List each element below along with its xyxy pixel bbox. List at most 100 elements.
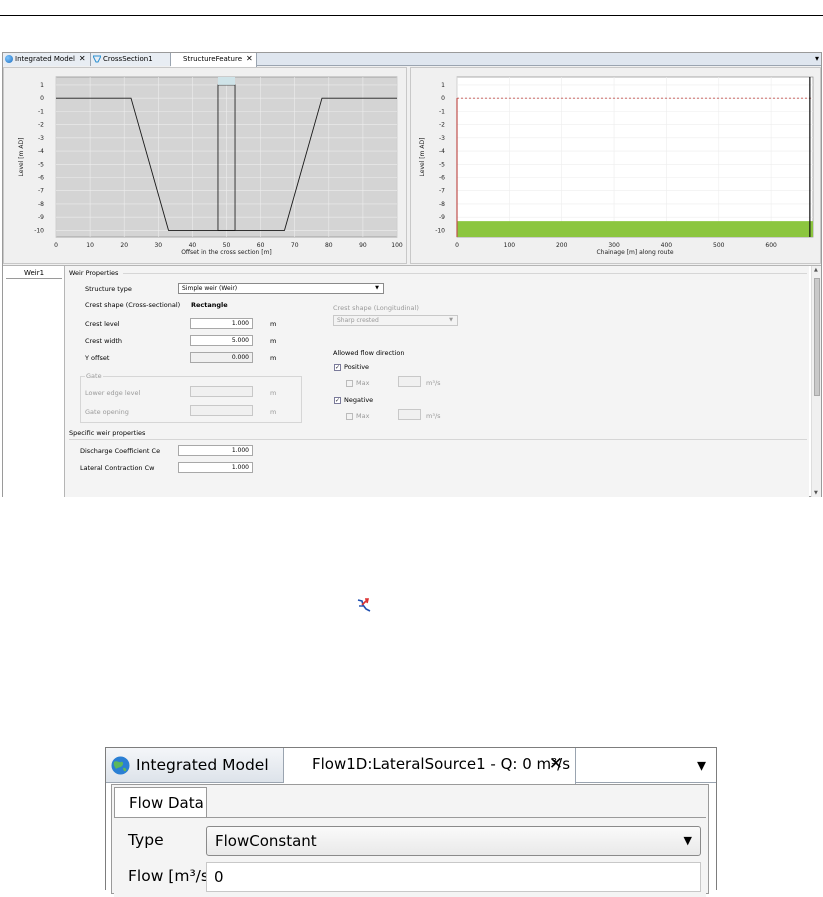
- gate-opening-label: Gate opening: [85, 408, 129, 416]
- lateral-contraction-label: Lateral Contraction Cw: [80, 464, 155, 472]
- crest-width-field[interactable]: 5.000: [190, 335, 253, 346]
- x-tick-label: 400: [661, 242, 673, 249]
- y-tick-label: -7: [439, 188, 445, 195]
- weir-properties-panel: Weir Properties Structure type Simple we…: [65, 266, 809, 497]
- page-top-rule: [0, 15, 823, 16]
- crest-shape-long-select[interactable]: Sharp crested ▼: [333, 315, 458, 326]
- lateral-contraction-field[interactable]: 1.000: [178, 462, 253, 473]
- positive-checkbox[interactable]: ✓: [334, 364, 341, 371]
- type-label: Type: [128, 831, 164, 849]
- specific-weir-title: Specific weir properties: [69, 429, 146, 437]
- lateral-source-icon: [357, 598, 371, 612]
- x-tick-label: 80: [325, 242, 333, 249]
- x-tick-label: 90: [359, 242, 367, 249]
- discharge-coefficient-label: Discharge Coefficient Ce: [80, 447, 161, 455]
- tab-cross-section[interactable]: CrossSection1: [91, 53, 171, 66]
- max-label: Max: [356, 379, 370, 387]
- y-tick-label: -3: [38, 135, 44, 142]
- x-tick-label: 0: [54, 242, 58, 249]
- chevron-down-icon: ▼: [449, 317, 453, 323]
- x-axis-label: Offset in the cross section [m]: [181, 249, 272, 256]
- y-tick-label: 0: [441, 95, 445, 102]
- negative-max-checkbox[interactable]: [346, 413, 353, 420]
- unit-label: m: [270, 354, 277, 362]
- structure-type-select[interactable]: Simple weir (Weir) ▼: [178, 283, 384, 294]
- y-tick-label: -4: [38, 148, 44, 155]
- max-label: Max: [356, 412, 370, 420]
- close-icon[interactable]: ✕: [79, 54, 86, 63]
- negative-checkbox[interactable]: ✓: [334, 397, 341, 404]
- vertical-scrollbar[interactable]: ▲ ▼: [811, 266, 821, 497]
- x-tick-label: 50: [223, 242, 231, 249]
- close-icon[interactable]: ✕: [246, 54, 253, 63]
- positive-max-checkbox[interactable]: [346, 380, 353, 387]
- tab-bar-filler: ▾: [576, 748, 716, 783]
- x-tick-label: 500: [713, 242, 725, 249]
- tab-structure-feature[interactable]: StructureFeature ✕: [171, 53, 257, 67]
- tab-integrated-model[interactable]: Integrated Model: [106, 748, 284, 783]
- type-select[interactable]: FlowConstant ▼: [206, 826, 701, 856]
- y-tick-label: 1: [441, 82, 445, 89]
- flow-input[interactable]: 0: [206, 862, 701, 892]
- structure-type-label: Structure type: [85, 285, 132, 293]
- tab-lateral-source[interactable]: Flow1D:LateralSource1 - Q: 0 m³/s ✕: [284, 748, 576, 784]
- flow-label: Flow [m³/s]: [128, 867, 216, 885]
- globe-icon: [5, 55, 13, 63]
- unit-label: m: [270, 337, 277, 345]
- lower-edge-field[interactable]: [190, 386, 253, 397]
- x-axis-label: Chainage [m] along route: [596, 249, 673, 256]
- discharge-coefficient-field[interactable]: 1.000: [178, 445, 253, 456]
- y-tick-label: -4: [439, 148, 445, 155]
- crest-shape-cross-value: Rectangle: [191, 301, 228, 309]
- y-tick-label: -6: [38, 174, 44, 181]
- weir-selection-highlight: [217, 77, 236, 85]
- flow-data-panel: Type FlowConstant ▼ Flow [m³/s] 0: [114, 817, 706, 897]
- unit-label: m: [270, 408, 277, 416]
- tab-menu-icon[interactable]: ▾: [697, 755, 706, 776]
- unit-label: m: [270, 320, 277, 328]
- channel-bed-fill: [457, 221, 813, 237]
- x-tick-label: 100: [391, 242, 403, 249]
- structure-feature-window: Integrated Model ✕ CrossSection1 Structur…: [2, 52, 822, 497]
- longitudinal-chart: 1 0 -1 -2 -3 -4 -5 -6 -7 -8 -9 -10 0 100 200 300 400 500 6…: [410, 67, 821, 264]
- tab-label: Integrated Model: [136, 756, 269, 774]
- y-axis-label: Level [m AD]: [18, 138, 25, 177]
- close-icon[interactable]: ✕: [549, 748, 563, 781]
- flow-unit-label: m³/s: [426, 379, 441, 387]
- tab-label: Flow1D:LateralSource1 - Q: 0 m³/s: [312, 755, 571, 773]
- y-offset-label: Y offset: [85, 354, 110, 362]
- x-tick-label: 60: [257, 242, 265, 249]
- y-offset-field[interactable]: 0.000: [190, 352, 253, 363]
- gate-opening-field[interactable]: [190, 405, 253, 416]
- negative-max-field[interactable]: [398, 409, 421, 420]
- globe-icon: [111, 756, 130, 775]
- tab-bar: Integrated Model ✕ CrossSection1 Structur…: [3, 53, 821, 67]
- y-tick-label: -10: [435, 227, 445, 234]
- positive-label: Positive: [344, 363, 370, 371]
- positive-max-field[interactable]: [398, 376, 421, 387]
- tab-flow-data[interactable]: Flow Data: [114, 787, 207, 817]
- tab-label: Integrated Model: [15, 55, 75, 63]
- y-tick-label: -5: [439, 161, 445, 168]
- unit-label: m: [270, 389, 277, 397]
- flow-unit-label: m³/s: [426, 412, 441, 420]
- gate-title: Gate: [85, 372, 103, 380]
- tab-label: StructureFeature: [183, 55, 243, 63]
- tab-menu-icon[interactable]: ▾: [815, 53, 819, 65]
- chevron-down-icon: ▼: [375, 285, 379, 291]
- crest-level-field[interactable]: 1.000: [190, 318, 253, 329]
- lateral-source-window: Integrated Model Flow1D:LateralSource1 -…: [105, 747, 717, 897]
- scroll-down-icon[interactable]: ▼: [814, 490, 818, 496]
- scrollbar-thumb[interactable]: [814, 278, 820, 396]
- x-tick-label: 40: [189, 242, 197, 249]
- tab-integrated-model[interactable]: Integrated Model ✕: [3, 53, 91, 66]
- crest-width-label: Crest width: [85, 337, 122, 345]
- y-tick-label: -2: [439, 122, 445, 129]
- scroll-up-icon[interactable]: ▲: [814, 267, 818, 273]
- tab-weir1[interactable]: Weir1: [6, 268, 62, 279]
- cross-section-chart: 1 0 -1 -2 -3 -4 -5 -6 -7 -8 -9 -10 0 10 20 30 40 50 60 70 80…: [3, 67, 407, 264]
- x-tick-label: 30: [154, 242, 162, 249]
- x-tick-label: 100: [504, 242, 516, 249]
- y-tick-label: 1: [40, 82, 44, 89]
- plot-area: [456, 76, 814, 238]
